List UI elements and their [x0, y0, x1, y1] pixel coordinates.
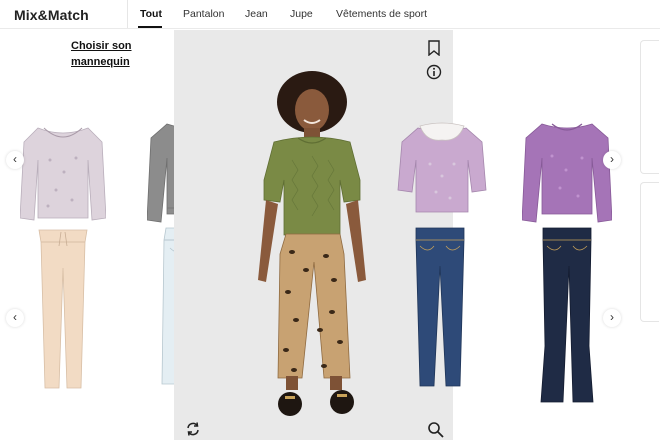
zoom-icon[interactable] — [427, 421, 444, 438]
tab-tout[interactable]: Tout — [140, 8, 162, 20]
choose-mannequin-line2: mannequin — [71, 56, 130, 68]
tab-jean[interactable]: Jean — [245, 8, 268, 20]
choose-mannequin-line1: Choisir son — [71, 40, 132, 52]
bottoms-prev-button[interactable]: ‹ — [6, 309, 24, 327]
product-top-white-knit[interactable] — [20, 120, 106, 226]
tab-vetements-de-sport[interactable]: Vêtements de sport — [336, 8, 427, 20]
info-icon[interactable] — [426, 64, 442, 80]
product-pant-cream-jogger[interactable] — [37, 228, 89, 392]
top-bar: Mix&Match Tout Pantalon Jean Jupe Vêteme… — [0, 0, 660, 29]
product-top-purple-sweater[interactable] — [522, 118, 612, 224]
refresh-icon[interactable] — [185, 421, 201, 437]
tab-jupe[interactable]: Jupe — [290, 8, 313, 20]
product-pant-dark-flare-jean[interactable] — [539, 226, 595, 404]
product-top-lilac-collar-sweater[interactable] — [396, 120, 488, 216]
next-card-peek-bottom[interactable] — [640, 182, 659, 322]
bottoms-next-button[interactable]: › — [603, 309, 621, 327]
active-tab-indicator — [138, 26, 162, 28]
nav-divider — [127, 0, 128, 28]
choose-mannequin-link[interactable]: Choisir son mannequin — [71, 38, 132, 70]
tops-next-button[interactable]: › — [603, 151, 621, 169]
next-card-peek-top[interactable] — [640, 40, 659, 174]
bookmark-icon[interactable] — [427, 40, 441, 56]
tab-pantalon[interactable]: Pantalon — [183, 8, 224, 20]
tops-prev-button[interactable]: ‹ — [6, 151, 24, 169]
product-pant-blue-jean[interactable] — [412, 226, 468, 390]
brand-logo[interactable]: Mix&Match — [14, 7, 89, 23]
